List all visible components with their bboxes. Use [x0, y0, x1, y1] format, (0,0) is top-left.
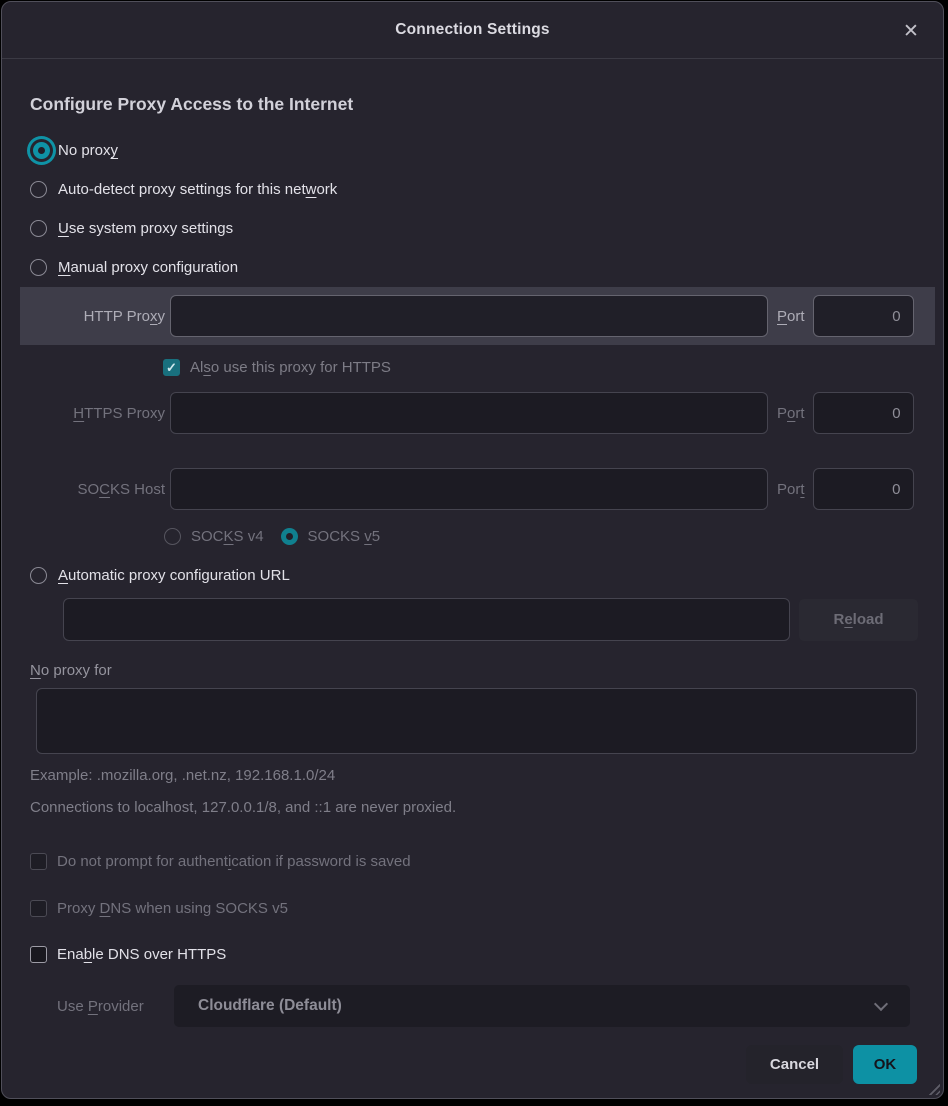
radio-option-socks-v4[interactable]: SOCKS v4 [164, 528, 264, 545]
section-heading: Configure Proxy Access to the Internet [30, 94, 915, 115]
radio-label-auto-detect: Auto-detect proxy settings for this netw… [58, 181, 337, 198]
provider-label: Use Provider [57, 998, 162, 1015]
https-proxy-input[interactable] [170, 392, 768, 434]
no-proxy-note: Connections to localhost, 127.0.0.1/8, a… [30, 799, 943, 816]
socks-host-input[interactable] [170, 468, 768, 510]
provider-row: Use Provider Cloudflare (Default) [57, 985, 935, 1027]
checkbox-label-dns-over-https: Enable DNS over HTTPS [57, 946, 226, 963]
radio-option-system-proxy[interactable]: Use system proxy settings [2, 209, 943, 248]
reload-button[interactable]: Reload [799, 599, 918, 641]
radio-icon-system-proxy[interactable] [30, 220, 47, 237]
https-proxy-row: HTTPS Proxy Port [20, 391, 935, 435]
checkbox-option-proxy-dns[interactable]: Proxy DNS when using SOCKS v5 [30, 896, 943, 920]
radio-option-auto-detect[interactable]: Auto-detect proxy settings for this netw… [2, 170, 943, 209]
checkbox-label-no-prompt-auth: Do not prompt for authentication if pass… [57, 853, 411, 870]
radio-icon-auto-url[interactable] [30, 567, 47, 584]
radio-label-auto-url: Automatic proxy configuration URL [58, 567, 290, 584]
cancel-button[interactable]: Cancel [746, 1045, 843, 1084]
radio-label-socks-v4: SOCKS v4 [191, 528, 264, 545]
chevron-down-icon [874, 996, 888, 1010]
http-proxy-label: HTTP Proxy [20, 308, 165, 325]
socks-version-row: SOCKS v4 SOCKS v5 [2, 522, 943, 550]
radio-icon-auto-detect[interactable] [30, 181, 47, 198]
no-proxy-for-label: No proxy for [30, 662, 943, 679]
socks-host-label: SOCKS Host [20, 481, 165, 498]
close-icon[interactable]: ✕ [899, 19, 923, 43]
checkbox-icon-dns-over-https[interactable] [30, 946, 47, 963]
dialog-footer: Cancel OK [2, 1045, 917, 1084]
socks-port-label: Port [777, 481, 805, 498]
https-proxy-label: HTTPS Proxy [20, 405, 165, 422]
radio-label-no-proxy: No proxy [58, 142, 118, 159]
checkbox-option-no-prompt-auth[interactable]: Do not prompt for authentication if pass… [30, 849, 943, 873]
radio-option-auto-url[interactable]: Automatic proxy configuration URL [2, 561, 943, 589]
https-port-label: Port [777, 405, 805, 422]
provider-select[interactable]: Cloudflare (Default) [174, 985, 910, 1027]
radio-option-socks-v5[interactable]: SOCKS v5 [281, 528, 381, 545]
socks-port-input[interactable] [813, 468, 914, 510]
checkbox-label-proxy-dns: Proxy DNS when using SOCKS v5 [57, 900, 288, 917]
also-https-label: Also use this proxy for HTTPS [190, 359, 391, 376]
http-proxy-input[interactable] [170, 295, 768, 337]
radio-icon-no-proxy[interactable] [33, 142, 50, 159]
radio-icon-socks-v5[interactable] [281, 528, 298, 545]
radio-icon-socks-v4[interactable] [164, 528, 181, 545]
radio-label-socks-v5: SOCKS v5 [308, 528, 381, 545]
http-port-label: Port [777, 308, 805, 325]
also-https-row[interactable]: ✓ Also use this proxy for HTTPS [2, 353, 943, 381]
no-proxy-example: Example: .mozilla.org, .net.nz, 192.168.… [30, 767, 943, 784]
http-port-input[interactable] [813, 295, 914, 337]
radio-option-manual-proxy[interactable]: Manual proxy configuration [2, 248, 943, 287]
auto-url-row: Reload [63, 598, 935, 641]
dialog-title: Connection Settings [395, 21, 550, 39]
radio-label-system-proxy: Use system proxy settings [58, 220, 233, 237]
checkbox-icon-no-prompt-auth[interactable] [30, 853, 47, 870]
no-proxy-for-textarea[interactable] [36, 688, 917, 754]
socks-host-row: SOCKS Host Port [20, 467, 935, 511]
radio-icon-manual-proxy[interactable] [30, 259, 47, 276]
checkbox-checked-icon[interactable]: ✓ [163, 359, 180, 376]
checkbox-option-dns-over-https[interactable]: Enable DNS over HTTPS [30, 942, 943, 966]
https-port-input[interactable] [813, 392, 914, 434]
ok-button[interactable]: OK [853, 1045, 917, 1084]
dialog-titlebar: Connection Settings ✕ [2, 2, 943, 59]
http-proxy-row: HTTP Proxy Port [20, 287, 935, 345]
connection-settings-dialog: Connection Settings ✕ Configure Proxy Ac… [1, 1, 944, 1099]
radio-label-manual-proxy: Manual proxy configuration [58, 259, 238, 276]
checkbox-icon-proxy-dns[interactable] [30, 900, 47, 917]
radio-option-no-proxy[interactable]: No proxy [2, 131, 943, 170]
auto-url-input[interactable] [63, 598, 790, 641]
resize-grip[interactable] [926, 1081, 940, 1095]
provider-selected-value: Cloudflare (Default) [198, 997, 342, 1015]
